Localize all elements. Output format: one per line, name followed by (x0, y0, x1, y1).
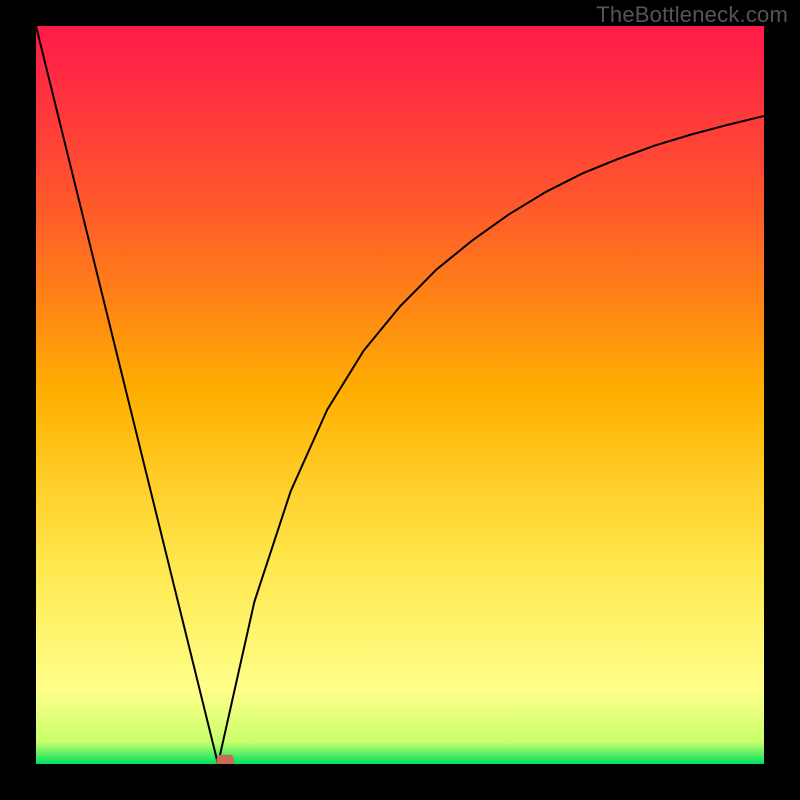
gradient-background (36, 26, 764, 764)
chart-frame: TheBottleneck.com (0, 0, 800, 800)
optimum-marker (217, 755, 234, 764)
attribution-label: TheBottleneck.com (596, 2, 788, 28)
bottleneck-chart (36, 26, 764, 764)
